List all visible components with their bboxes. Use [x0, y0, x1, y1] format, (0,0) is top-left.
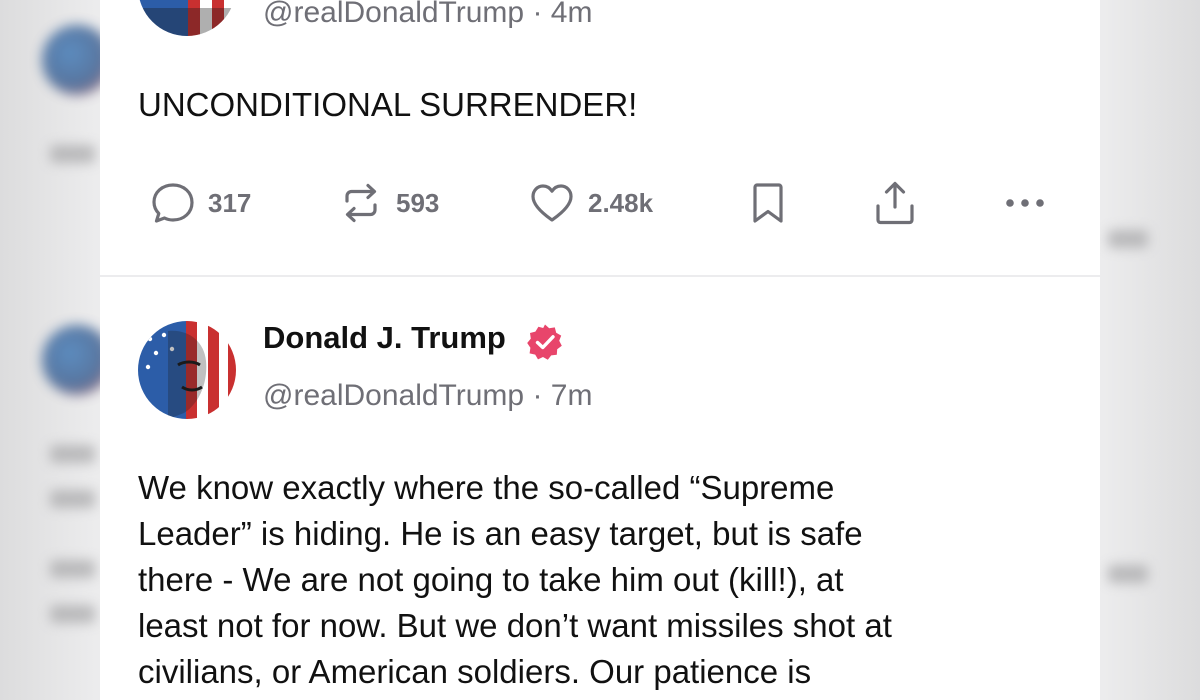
repost-arrows-icon	[345, 183, 377, 223]
post-text-line: there - We are not going to take him out…	[138, 561, 844, 598]
reply-count: 317	[208, 187, 252, 218]
post-text: We know exactly where the so-called “Sup…	[138, 465, 1078, 695]
post-text-line: We know exactly where the so-called “Sup…	[138, 469, 835, 506]
post-text-line: least not for now. But we don’t want mis…	[138, 607, 892, 644]
avatar-flag-portrait-icon	[138, 0, 236, 36]
post-actions: 317 593 2.48k	[150, 175, 1055, 231]
background-text-blur	[50, 490, 95, 508]
handle[interactable]: @realDonaldTrump	[263, 379, 524, 412]
post-text-line: civilians, or American soldiers. Our pat…	[138, 653, 812, 690]
background-text-blur	[50, 145, 95, 163]
meta-separator: ·	[532, 379, 543, 412]
background-text-blur	[1108, 565, 1148, 583]
avatar[interactable]	[138, 321, 236, 419]
post-meta: @realDonaldTrump · 7m	[263, 379, 592, 413]
timestamp[interactable]: 4m	[551, 0, 593, 29]
post-text-line: Leader” is hiding. He is an easy target,…	[138, 515, 863, 552]
heart-icon	[531, 184, 573, 222]
share-button[interactable]	[872, 175, 918, 231]
feed-card: @realDonaldTrump · 4m UNCONDITIONAL SURR…	[100, 0, 1100, 700]
bookmark-button[interactable]	[748, 175, 788, 231]
bookmark-icon	[753, 183, 783, 223]
avatar-flag-portrait-icon	[138, 321, 236, 419]
avatar[interactable]	[138, 0, 236, 36]
like-count: 2.48k	[588, 187, 654, 218]
share-upload-icon	[876, 181, 914, 225]
post-previous: @realDonaldTrump · 4m UNCONDITIONAL SURR…	[100, 0, 1100, 275]
retruth-count: 593	[396, 187, 440, 218]
background-text-blur	[50, 560, 95, 578]
verified-badge-icon	[527, 324, 562, 360]
background-text-blur	[1108, 230, 1148, 248]
retruth-button[interactable]: 593	[338, 175, 439, 231]
like-button[interactable]: 2.48k	[528, 175, 653, 231]
post-text: UNCONDITIONAL SURRENDER!	[138, 86, 638, 123]
more-options-button[interactable]	[1002, 175, 1048, 231]
more-dots-icon	[1006, 199, 1044, 207]
speech-bubble-icon	[152, 183, 194, 223]
screen: @realDonaldTrump · 4m UNCONDITIONAL SURR…	[0, 0, 1200, 700]
post-current: Donald J. Trump @realDonaldTrump · 7m We…	[100, 277, 1100, 700]
background-text-blur	[50, 445, 95, 463]
handle[interactable]: @realDonaldTrump	[263, 0, 524, 29]
background-text-blur	[50, 605, 95, 623]
timestamp[interactable]: 7m	[551, 379, 593, 412]
post-meta: @realDonaldTrump · 4m	[263, 0, 592, 30]
meta-separator: ·	[532, 0, 543, 29]
author-name[interactable]: Donald J. Trump	[263, 320, 506, 356]
reply-button[interactable]: 317	[150, 175, 251, 231]
